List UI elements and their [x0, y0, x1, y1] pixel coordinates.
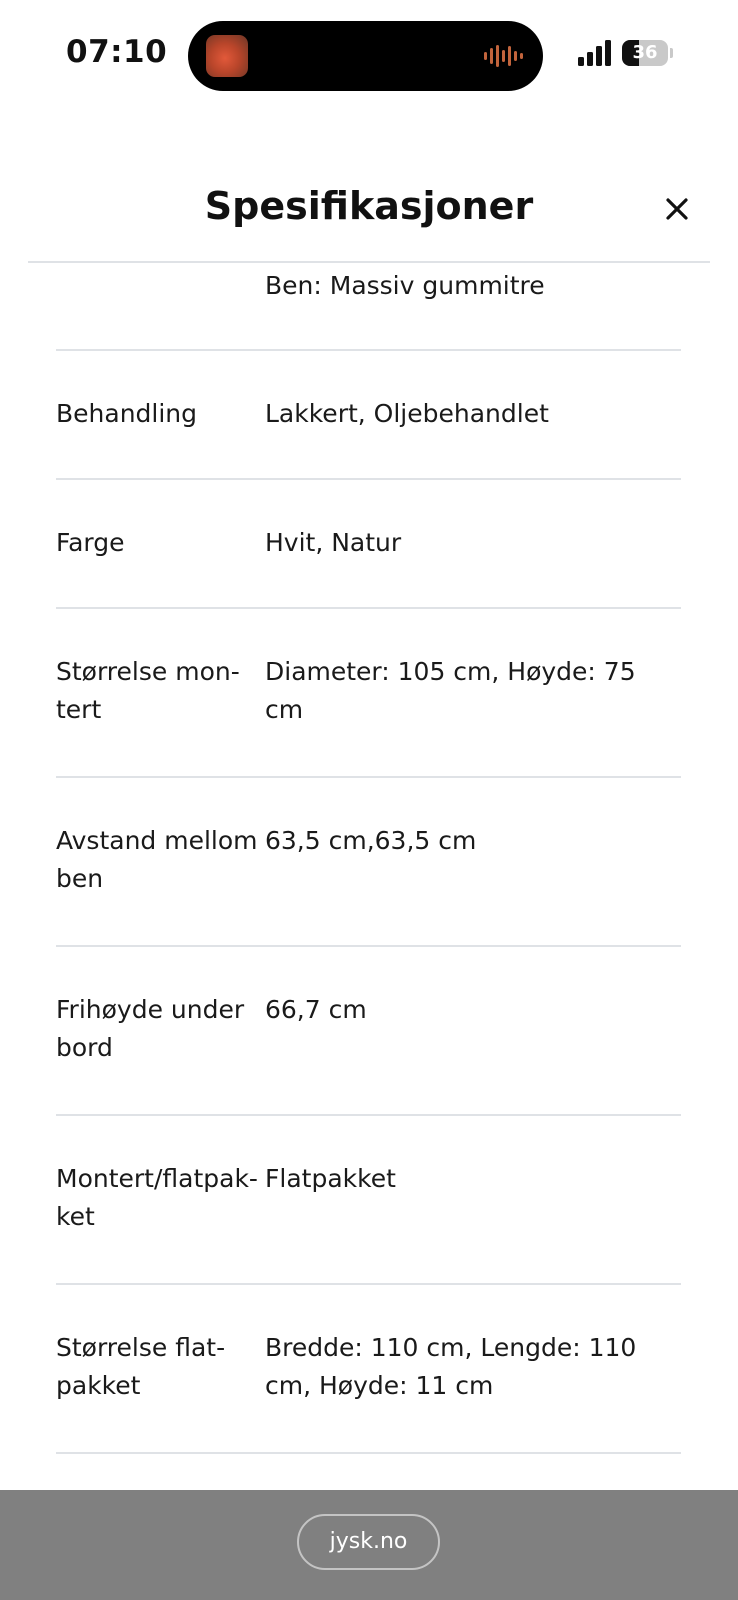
- spec-label: Behandling: [56, 399, 198, 428]
- audio-waveform-icon: [484, 45, 523, 67]
- spec-value: 66,7 cm: [265, 995, 367, 1024]
- cellular-signal-icon: [578, 40, 611, 66]
- spec-value: Diameter: 105 cm, Høyde: 75 cm: [265, 657, 636, 724]
- status-bar: 07:10 36: [0, 0, 738, 110]
- spec-label: Avstand mellom ben: [56, 826, 258, 893]
- spec-value: Lakkert, Oljebehandlet: [265, 399, 549, 428]
- spec-value: 63,5 cm,63,5 cm: [265, 826, 477, 855]
- battery-tip: [670, 48, 673, 58]
- spec-label: Montert/flatpak-ket: [56, 1164, 258, 1231]
- spec-row-flatpack-size: Størrelse flat-pakket Bredde: 110 cm, Le…: [56, 1285, 681, 1454]
- spec-value: Hvit, Natur: [265, 528, 402, 557]
- spec-row-assembled-size: Størrelse mon-tert Diameter: 105 cm, Høy…: [56, 609, 681, 778]
- dynamic-island[interactable]: [188, 21, 543, 91]
- spec-row-treatment: Behandling Lakkert, Oljebehandlet: [56, 351, 681, 480]
- browser-bottom-bar: jysk.no: [0, 1490, 738, 1600]
- spec-row-leg-distance: Avstand mellom ben 63,5 cm,63,5 cm: [56, 778, 681, 947]
- spec-row-color: Farge Hvit, Natur: [56, 480, 681, 609]
- spec-label: Størrelse mon-tert: [56, 657, 240, 724]
- spec-label: Størrelse flat-pakket: [56, 1333, 226, 1400]
- spec-label: Farge: [56, 528, 125, 557]
- specifications-list: Ben: Massiv gummitre Behandling Lakkert,…: [56, 263, 681, 1454]
- spec-row-material: Ben: Massiv gummitre: [56, 263, 681, 351]
- spec-value: Flatpakket: [265, 1164, 396, 1193]
- page-title: Spesifikasjoner: [204, 184, 534, 228]
- close-icon[interactable]: [660, 192, 694, 226]
- battery-icon: 36: [622, 40, 668, 66]
- address-bar[interactable]: jysk.no: [297, 1514, 440, 1570]
- spec-label: Frihøyde under bord: [56, 995, 245, 1062]
- spec-row-clearance-height: Frihøyde under bord 66,7 cm: [56, 947, 681, 1116]
- spec-row-assembly-state: Montert/flatpak-ket Flatpakket: [56, 1116, 681, 1285]
- spec-value: Ben: Massiv gummitre: [265, 271, 545, 300]
- sheet-header: Spesifikasjoner: [0, 160, 738, 262]
- spec-value: Bredde: 110 cm, Lengde: 110 cm, Høyde: 1…: [265, 1333, 637, 1400]
- battery-percentage: 36: [632, 42, 658, 63]
- now-playing-artwork: [206, 35, 248, 77]
- status-time: 07:10: [66, 34, 168, 70]
- specifications-scroll-area[interactable]: Ben: Massiv gummitre Behandling Lakkert,…: [0, 263, 738, 1490]
